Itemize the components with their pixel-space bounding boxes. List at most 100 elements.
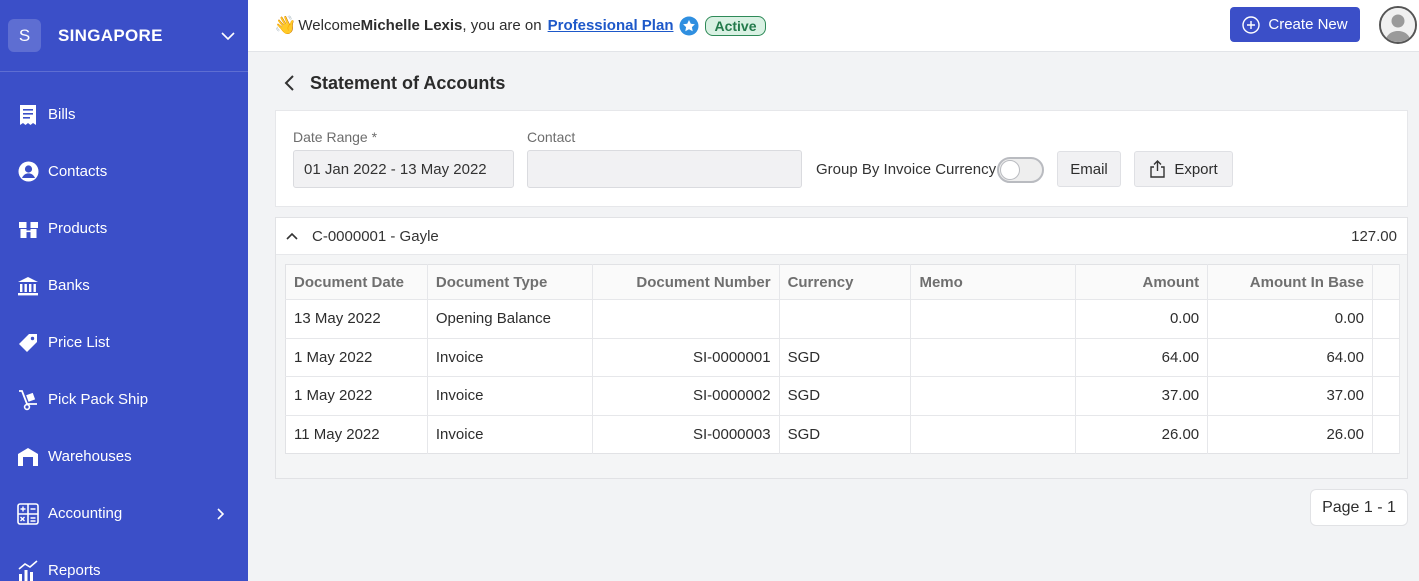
- cell-document-date: 13 May 2022: [285, 299, 428, 339]
- table-row[interactable]: 11 May 2022 Invoice SI-0000003 SGD 26.00…: [285, 415, 1401, 454]
- sidebar-item-contacts[interactable]: Contacts: [0, 143, 248, 200]
- cell-document-number[interactable]: SI-0000001: [592, 338, 780, 377]
- sidebar-item-label: Warehouses: [48, 448, 132, 465]
- cell-amount: 0.00: [1075, 299, 1209, 339]
- sidebar-item-accounting[interactable]: Accounting: [0, 485, 248, 542]
- date-range-label: Date Range *: [293, 129, 378, 145]
- cell-amount: 37.00: [1075, 376, 1209, 416]
- table-row[interactable]: 1 May 2022 Invoice SI-0000002 SGD 37.00 …: [285, 376, 1401, 416]
- cell-memo: [910, 338, 1077, 377]
- statement-table: Document Date Document Type Document Num…: [285, 264, 1401, 454]
- cell-amount-in-base: 37.00: [1207, 376, 1373, 416]
- avatar[interactable]: [1379, 6, 1417, 44]
- column-header-currency[interactable]: Currency: [779, 264, 912, 300]
- date-range-field[interactable]: 01 Jan 2022 - 13 May 2022: [293, 150, 514, 188]
- contact-field[interactable]: [527, 150, 802, 188]
- sidebar-item-reports[interactable]: Reports: [0, 542, 248, 581]
- cell-document-type: Opening Balance: [427, 299, 593, 339]
- column-header-document-number[interactable]: Document Number: [592, 264, 780, 300]
- cell-amount-in-base: 0.00: [1207, 299, 1373, 339]
- table-row[interactable]: 1 May 2022 Invoice SI-0000001 SGD 64.00 …: [285, 338, 1401, 377]
- reports-icon: [16, 559, 40, 581]
- hand-truck-icon: [16, 388, 40, 412]
- sidebar-nav: Bills Contacts Products Banks Price List…: [0, 86, 248, 581]
- sidebar-item-warehouses[interactable]: Warehouses: [0, 428, 248, 485]
- cell-spacer: [1372, 299, 1401, 339]
- price-tag-icon: [16, 331, 40, 355]
- export-button[interactable]: Export: [1134, 151, 1233, 187]
- cell-currency: SGD: [779, 376, 912, 416]
- sidebar-item-pick-pack-ship[interactable]: Pick Pack Ship: [0, 371, 248, 428]
- create-new-button[interactable]: Create New: [1230, 7, 1360, 42]
- calculator-icon: [16, 502, 40, 526]
- cell-document-date: 11 May 2022: [285, 415, 428, 454]
- filter-panel: Date Range * 01 Jan 2022 - 13 May 2022 C…: [275, 110, 1408, 207]
- chevron-down-icon: [221, 31, 235, 40]
- column-header-memo[interactable]: Memo: [910, 264, 1077, 300]
- cell-document-number: [592, 299, 780, 339]
- cell-currency: [779, 299, 912, 339]
- cell-document-type: Invoice: [427, 376, 593, 416]
- toggle-knob: [1000, 160, 1020, 180]
- email-button[interactable]: Email: [1057, 151, 1121, 187]
- cell-spacer: [1372, 338, 1401, 377]
- group-by-currency-toggle[interactable]: [997, 157, 1044, 183]
- cell-spacer: [1372, 376, 1401, 416]
- export-icon: [1150, 160, 1166, 178]
- page-header: Statement of Accounts: [276, 66, 505, 100]
- cell-currency: SGD: [779, 338, 912, 377]
- cell-document-number[interactable]: SI-0000003: [592, 415, 780, 454]
- org-switcher[interactable]: S SINGAPORE: [0, 0, 248, 72]
- column-header-spacer: [1372, 264, 1401, 300]
- back-button[interactable]: [276, 69, 304, 97]
- contact-group-total: 127.00: [1351, 227, 1397, 245]
- products-icon: [16, 217, 40, 241]
- contact-group-header[interactable]: C-0000001 - Gayle 127.00: [276, 218, 1407, 255]
- table-header-row: Document Date Document Type Document Num…: [285, 264, 1401, 300]
- cell-document-date: 1 May 2022: [285, 376, 428, 416]
- welcome-prefix: Welcome: [298, 17, 361, 34]
- cell-document-number[interactable]: SI-0000002: [592, 376, 780, 416]
- org-name: SINGAPORE: [58, 25, 163, 45]
- warehouse-icon: [16, 445, 40, 469]
- plan-link[interactable]: Professional Plan: [548, 17, 674, 34]
- cell-memo: [910, 415, 1077, 454]
- cell-amount-in-base: 26.00: [1207, 415, 1373, 454]
- cell-amount: 64.00: [1075, 338, 1209, 377]
- sidebar-item-price-list[interactable]: Price List: [0, 314, 248, 371]
- cell-currency: SGD: [779, 415, 912, 454]
- sidebar-item-banks[interactable]: Banks: [0, 257, 248, 314]
- welcome-suffix: , you are on: [462, 17, 542, 34]
- top-bar: 👋 Welcome Michelle Lexis , you are on Pr…: [248, 0, 1419, 52]
- cell-memo: [910, 376, 1077, 416]
- cell-spacer: [1372, 415, 1401, 454]
- user-name: Michelle Lexis: [360, 17, 463, 34]
- column-header-amount[interactable]: Amount: [1075, 264, 1209, 300]
- star-badge-icon: [679, 16, 699, 35]
- cell-document-type: Invoice: [427, 415, 593, 454]
- table-row[interactable]: 13 May 2022 Opening Balance 0.00 0.00: [285, 299, 1401, 339]
- sidebar-item-label: Products: [48, 220, 108, 237]
- sidebar-item-label: Bills: [48, 106, 76, 123]
- sidebar: S SINGAPORE Bills Contacts Products Bank…: [0, 0, 248, 581]
- sidebar-item-label: Reports: [48, 562, 101, 579]
- sidebar-item-label: Pick Pack Ship: [48, 391, 149, 408]
- chevron-up-icon: [286, 232, 298, 240]
- cell-amount-in-base: 64.00: [1207, 338, 1373, 377]
- column-header-amount-in-base[interactable]: Amount In Base: [1207, 264, 1373, 300]
- column-header-document-type[interactable]: Document Type: [427, 264, 593, 300]
- plus-circle-icon: [1242, 15, 1261, 34]
- org-avatar: S: [8, 19, 41, 52]
- cell-memo: [910, 299, 1077, 339]
- status-badge: Active: [705, 15, 766, 36]
- sidebar-item-label: Banks: [48, 277, 90, 294]
- create-new-label: Create New: [1268, 16, 1348, 33]
- page-title: Statement of Accounts: [310, 72, 506, 93]
- column-header-document-date[interactable]: Document Date: [285, 264, 428, 300]
- sidebar-item-bills[interactable]: Bills: [0, 86, 248, 143]
- cell-amount: 26.00: [1075, 415, 1209, 454]
- group-by-currency-label: Group By Invoice Currency: [816, 161, 997, 178]
- sidebar-item-products[interactable]: Products: [0, 200, 248, 257]
- chevron-right-icon: [217, 507, 225, 520]
- bills-icon: [16, 103, 40, 127]
